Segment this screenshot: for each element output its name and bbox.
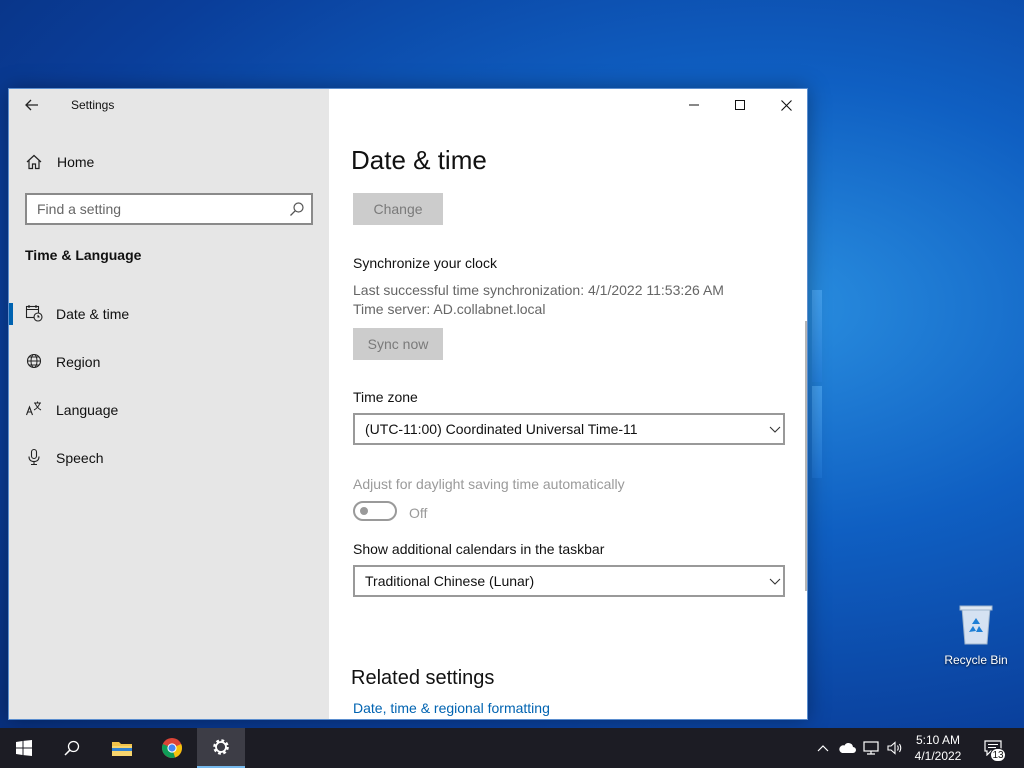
back-arrow-icon — [25, 99, 38, 111]
sidebar: Settings Home Time & Language Date & t — [9, 89, 329, 719]
globe-icon — [26, 353, 42, 369]
taskbar: 5:10 AM 4/1/2022 13 — [0, 728, 1024, 768]
calendars-label: Show additional calendars in the taskbar — [353, 541, 605, 557]
file-explorer-button[interactable] — [98, 728, 146, 768]
sidebar-item-label: Date & time — [56, 306, 130, 322]
gear-icon — [213, 739, 229, 755]
onedrive-tray-button[interactable] — [836, 728, 858, 768]
recycle-bin-icon — [959, 605, 993, 645]
sidebar-item-label: Region — [56, 354, 101, 370]
dst-toggle[interactable] — [353, 501, 397, 521]
volume-tray-button[interactable] — [884, 728, 906, 768]
settings-taskbar-button[interactable] — [197, 728, 245, 768]
taskbar-clock[interactable]: 5:10 AM 4/1/2022 — [906, 732, 970, 764]
chrome-icon — [161, 738, 183, 758]
last-sync-text: Last successful time synchronization: 4/… — [353, 282, 724, 298]
language-icon — [25, 401, 42, 416]
chevron-down-icon — [769, 578, 781, 585]
regional-formatting-link[interactable]: Date, time & regional formatting — [353, 700, 550, 716]
maximize-button[interactable] — [717, 89, 763, 121]
related-settings-heading: Related settings — [351, 667, 495, 689]
settings-window: Settings Home Time & Language Date & t — [8, 88, 808, 720]
folder-icon — [112, 742, 132, 756]
search-icon — [290, 202, 304, 216]
timezone-label: Time zone — [353, 389, 418, 405]
clock-time: 5:10 AM — [915, 733, 961, 747]
chevron-up-icon — [817, 745, 829, 752]
calendars-dropdown[interactable]: Traditional Chinese (Lunar) — [353, 565, 785, 597]
app-title: Settings — [71, 98, 115, 112]
microphone-icon — [28, 448, 40, 466]
page-title: Date & time — [351, 145, 487, 175]
dst-toggle-state: Off — [409, 505, 428, 521]
sidebar-item-language[interactable]: Language — [9, 392, 329, 428]
windows-logo-icon — [16, 740, 32, 756]
dst-label: Adjust for daylight saving time automati… — [353, 476, 625, 492]
notification-count-badge: 13 — [990, 748, 1006, 762]
title-bar[interactable]: Settings — [9, 89, 329, 121]
content-pane: Date & time Change Synchronize your cloc… — [329, 89, 807, 719]
sidebar-item-label: Speech — [56, 450, 104, 466]
search-icon — [64, 740, 80, 756]
calendar-clock-icon — [25, 305, 43, 322]
cloud-icon — [839, 743, 856, 753]
change-button[interactable]: Change — [353, 193, 443, 225]
sync-heading: Synchronize your clock — [353, 255, 497, 271]
minimize-button[interactable] — [671, 89, 717, 121]
sidebar-item-label: Language — [56, 402, 119, 418]
network-icon — [863, 741, 879, 755]
sync-now-button[interactable]: Sync now — [353, 328, 443, 360]
speaker-icon — [887, 741, 902, 755]
minimize-icon — [689, 104, 699, 106]
network-tray-button[interactable] — [860, 728, 882, 768]
time-server-text: Time server: AD.collabnet.local — [353, 301, 546, 317]
sidebar-item-date-time[interactable]: Date & time — [9, 296, 329, 332]
close-button[interactable] — [763, 89, 807, 121]
timezone-dropdown[interactable]: (UTC-11:00) Coordinated Universal Time-1… — [353, 413, 785, 445]
window-controls — [671, 89, 807, 121]
home-nav-item[interactable]: Home — [25, 151, 94, 173]
sidebar-item-region[interactable]: Region — [9, 344, 329, 380]
clock-date: 4/1/2022 — [914, 749, 962, 763]
home-label: Home — [57, 154, 95, 170]
close-icon — [780, 99, 792, 111]
show-hidden-icons-button[interactable] — [814, 728, 832, 768]
calendars-value: Traditional Chinese (Lunar) — [365, 573, 535, 589]
chevron-down-icon — [769, 426, 781, 433]
search-input[interactable] — [27, 195, 279, 223]
timezone-value: (UTC-11:00) Coordinated Universal Time-1… — [365, 421, 638, 437]
chrome-button[interactable] — [148, 728, 196, 768]
search-box[interactable] — [25, 193, 313, 225]
recycle-bin-shortcut[interactable]: Recycle Bin — [940, 602, 1012, 667]
sidebar-item-speech[interactable]: Speech — [9, 440, 329, 476]
search-button[interactable] — [48, 728, 96, 768]
toggle-knob — [360, 507, 368, 515]
back-button[interactable] — [21, 95, 43, 115]
maximize-icon — [735, 100, 745, 110]
recycle-bin-label: Recycle Bin — [944, 653, 1008, 667]
home-icon — [26, 154, 42, 170]
start-button[interactable] — [0, 728, 48, 768]
scrollbar[interactable] — [805, 321, 807, 591]
section-heading: Time & Language — [25, 247, 142, 263]
